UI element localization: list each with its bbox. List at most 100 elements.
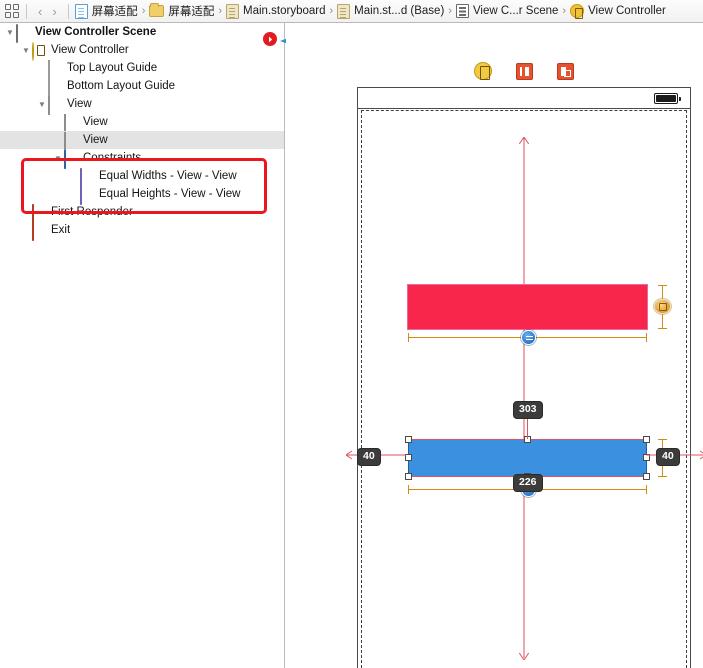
outline-item-label: View: [67, 98, 92, 110]
disclosure-triangle-icon[interactable]: ▼: [52, 154, 64, 163]
outline-item-label: Constraints: [83, 152, 142, 164]
scene-navigate-badge-icon[interactable]: [263, 32, 277, 46]
resize-handle-top-right[interactable]: [643, 436, 650, 443]
breadcrumb-separator: ›: [329, 5, 334, 17]
disclosure-triangle-icon[interactable]: ▼: [36, 100, 48, 109]
equal-widths-badge-red[interactable]: [521, 330, 536, 345]
resize-handle-bottom-right[interactable]: [643, 473, 650, 480]
guide-tick: [646, 333, 647, 342]
breadcrumb-item-group[interactable]: 屏幕适配: [149, 3, 214, 19]
breadcrumb-label: Main.storyboard: [243, 5, 326, 17]
equal-heights-icon: [80, 185, 82, 205]
outline-item-constraints[interactable]: ▼ Constraints: [0, 149, 284, 169]
guide-tick: [658, 328, 667, 329]
status-bar: [358, 88, 690, 109]
xcode-interface-builder-window: ‹ › 屏幕适配 › 屏幕适配 › Main.storyboard › Main…: [0, 0, 703, 668]
project-document-icon: [74, 3, 88, 19]
breadcrumb-separator: ›: [448, 5, 452, 17]
navigate-forward-button[interactable]: ›: [47, 4, 61, 19]
outline-item-view-controller-scene[interactable]: ▼ View Controller Scene: [0, 23, 284, 43]
outline-item-equal-widths[interactable]: Equal Widths - View - View: [0, 167, 284, 187]
outline-item-label: View Controller Scene: [35, 26, 157, 38]
storyboard-canvas[interactable]: 303 226 40 40: [286, 23, 703, 668]
outline-item-label: View Controller: [51, 44, 129, 56]
storyboard-base-document-icon: [337, 3, 351, 19]
breadcrumb-item-scene[interactable]: View C...r Scene: [455, 4, 559, 18]
guide-tick: [408, 333, 409, 342]
storyboard-document-icon: [226, 3, 240, 19]
guide-arrow-up-icon: [518, 137, 530, 145]
scene-icon: [455, 4, 469, 18]
breadcrumb-separator: ›: [141, 5, 146, 17]
breadcrumb-item-view-controller[interactable]: View Controller: [570, 4, 666, 19]
breadcrumb-label: 屏幕适配: [168, 6, 215, 18]
top-layout-guide-icon: [48, 59, 50, 79]
breadcrumb-item-storyboard[interactable]: Main.storyboard: [226, 3, 326, 19]
outline-item-label: Bottom Layout Guide: [67, 80, 176, 92]
equal-widths-icon: [80, 167, 82, 187]
leading-constraint-value[interactable]: 40: [357, 448, 381, 466]
outline-item-label: Exit: [51, 224, 71, 236]
outline-item-label: View: [83, 116, 108, 128]
equal-heights-badge[interactable]: [654, 299, 671, 314]
outline-item-equal-heights[interactable]: Equal Heights - View - View: [0, 185, 284, 205]
guide-tick: [658, 439, 667, 440]
guide-tick: [408, 485, 409, 494]
view-controller-icon: [32, 41, 34, 61]
breadcrumb: ‹ › 屏幕适配 › 屏幕适配 › Main.storyboard › Main…: [0, 0, 703, 23]
breadcrumb-label: View Controller: [588, 5, 666, 17]
device-frame[interactable]: 303 226 40 40: [346, 87, 703, 668]
bottom-layout-guide-icon: [48, 77, 50, 97]
center-guide-line: [523, 137, 525, 658]
outline-item-exit[interactable]: Exit: [0, 221, 284, 241]
related-items-icon[interactable]: [5, 3, 20, 19]
view-controller-icon[interactable]: [474, 62, 492, 80]
disclosure-triangle-icon[interactable]: ▼: [20, 46, 32, 55]
outline-item-view-root[interactable]: ▼ View: [0, 95, 284, 115]
outline-item-view-controller[interactable]: ▼ View Controller: [0, 41, 284, 61]
outline-item-label: Equal Heights - View - View: [99, 188, 241, 200]
top-constraint-value[interactable]: 303: [513, 401, 543, 419]
blue-subview[interactable]: [408, 439, 647, 477]
outline-item-view-child-1[interactable]: View: [0, 113, 284, 133]
outline-item-top-layout-guide[interactable]: Top Layout Guide: [0, 59, 284, 79]
resize-handle-top-left[interactable]: [405, 436, 412, 443]
first-responder-icon: [32, 203, 34, 223]
breadcrumb-item-storyboard-base[interactable]: Main.st...d (Base): [337, 3, 445, 19]
outline-item-bottom-layout-guide[interactable]: Bottom Layout Guide: [0, 77, 284, 97]
guide-tick: [658, 285, 667, 286]
scene-dock: [357, 57, 691, 85]
breadcrumb-item-project[interactable]: 屏幕适配: [74, 3, 138, 19]
guide-tick: [658, 476, 667, 477]
folder-icon: [149, 3, 165, 17]
outline-item-view-child-2[interactable]: View: [0, 131, 284, 151]
navigate-back-button[interactable]: ‹: [33, 4, 47, 19]
breadcrumb-label: Main.st...d (Base): [354, 5, 445, 17]
view-icon: [64, 113, 66, 133]
battery-icon: [654, 93, 681, 104]
scene-icon: [16, 23, 18, 43]
guide-arrow-down-icon: [518, 652, 530, 660]
outline-item-label: View: [83, 134, 108, 146]
view-icon: [48, 95, 50, 115]
exit-icon[interactable]: [557, 62, 574, 80]
breadcrumb-label: View C...r Scene: [472, 5, 559, 17]
divider: [26, 3, 27, 19]
divider: [67, 3, 69, 19]
bottom-constraint-value[interactable]: 226: [513, 474, 543, 492]
arrow-right-icon: [268, 36, 272, 42]
document-outline-view[interactable]: ▼ View Controller Scene ▼ View Controlle…: [0, 23, 285, 668]
disclosure-triangle-icon[interactable]: ▼: [4, 28, 16, 37]
outline-item-first-responder[interactable]: First Responder: [0, 203, 284, 223]
resize-handle-bottom-left[interactable]: [405, 473, 412, 480]
outline-item-label: Equal Widths - View - View: [99, 170, 237, 182]
exit-icon: [32, 221, 34, 241]
root-view[interactable]: 303 226 40 40: [346, 110, 703, 668]
view-icon: [64, 131, 66, 151]
first-responder-icon[interactable]: [516, 62, 533, 80]
outline-item-label: Top Layout Guide: [67, 62, 158, 74]
red-subview[interactable]: [407, 284, 648, 330]
view-controller-icon: [570, 4, 585, 19]
breadcrumb-separator: ›: [562, 5, 567, 17]
trailing-constraint-value[interactable]: 40: [656, 448, 680, 466]
